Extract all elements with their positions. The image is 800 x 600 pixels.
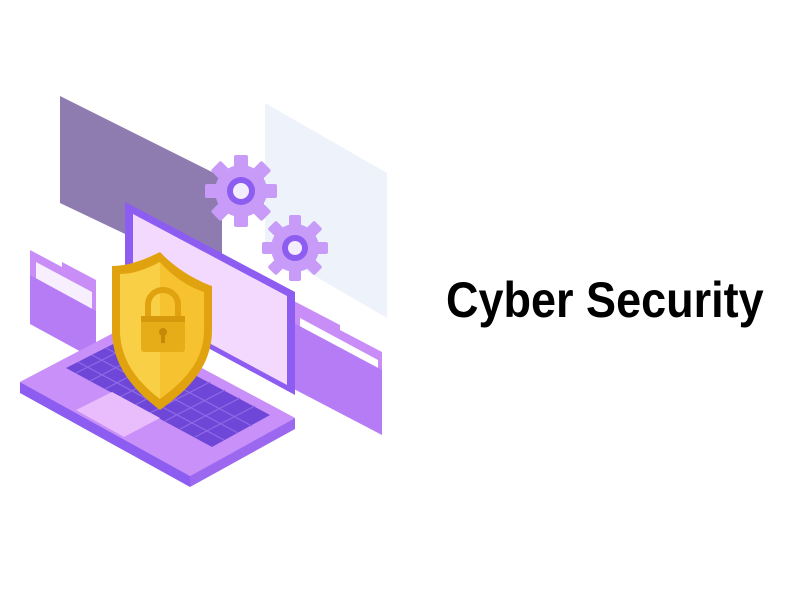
folder-icon-left [30,250,96,360]
gear-icon-small [262,215,328,281]
page: Cyber Security [0,0,800,600]
document-icon [265,103,387,318]
folder-icon-right [292,300,382,435]
gear-icon [205,155,277,227]
page-title: Cyber Security [446,272,764,328]
